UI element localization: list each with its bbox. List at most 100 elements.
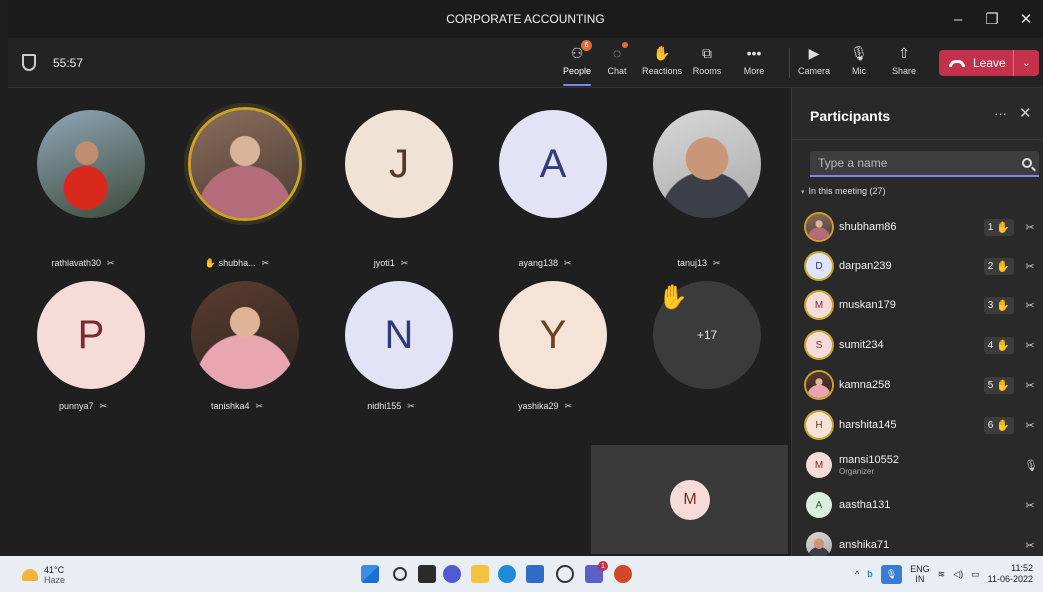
dell-icon[interactable] [556, 565, 574, 583]
weather-text: 41°C Haze [44, 565, 65, 585]
participant-name: darpan239 [839, 260, 892, 272]
share-label: Share [891, 66, 917, 76]
chat-unread-dot [622, 42, 628, 48]
participants-panel: Participants ··· ✕ ▾In this meeting (27)… [791, 88, 1043, 558]
mic-off-icon: ✂ [400, 258, 409, 268]
search-icon[interactable] [1022, 158, 1032, 168]
participant-tile[interactable]: N nidhi155 ✂ [316, 281, 466, 431]
participant-row[interactable]: kamna258 5 ✋ ✂ [806, 368, 1042, 402]
mic-off-icon: ✂ [1025, 539, 1035, 552]
mic-off-icon: ✂ [407, 401, 415, 411]
mic-button[interactable]: 🎙 Mic [837, 44, 881, 84]
language-code: ENG [910, 564, 930, 574]
participant-tile[interactable]: ✋ shubha... ✂ [162, 110, 312, 268]
tray-overflow-chevron-icon[interactable]: ^ [855, 569, 859, 579]
task-view-icon[interactable] [418, 565, 436, 583]
search-box[interactable] [810, 151, 1039, 177]
participant-tile[interactable]: A ayang138 ✂ [470, 110, 620, 268]
participant-row[interactable]: shubham86 1 ✋ ✂ [806, 210, 1042, 244]
mic-in-use-icon[interactable]: 🎙 [880, 564, 903, 584]
hand-order-badge: 6 ✋ [983, 416, 1014, 434]
participant-status: 4 ✋ ✂ [983, 336, 1036, 354]
participant-row[interactable]: M mansi10552 Organizer 🎙 [806, 448, 1042, 482]
volume-icon[interactable]: ◁) [953, 569, 963, 580]
tile-name-row: nidhi155 ✂ [316, 401, 466, 412]
clock-date: 11-06-2022 [987, 574, 1033, 584]
self-view[interactable]: M [591, 445, 788, 554]
edge-browser-icon[interactable] [498, 565, 516, 583]
panel-more-options-icon[interactable]: ··· [994, 106, 1007, 121]
meeting-toolbar: 55:57 ⚇ 6 People ◌ Chat ✋ Reactions ⧉ Roo… [8, 38, 1043, 88]
avatar-photo [653, 110, 761, 218]
participant-row[interactable]: M muskan179 3 ✋ ✂ [806, 288, 1042, 322]
mic-icon: 🎙 [850, 44, 868, 61]
participant-name: mansi10552 [839, 454, 899, 466]
minimize-button[interactable]: – [941, 11, 975, 28]
in-meeting-section[interactable]: ▾ In this meeting (27) [801, 186, 886, 196]
leave-options-chevron-icon[interactable]: ⌄ [1013, 50, 1039, 76]
participant-tile[interactable]: J jyoti1 ✂ [316, 110, 466, 268]
more-button[interactable]: ••• More [732, 44, 776, 84]
participant-tile[interactable]: P punnya7 ✂ [8, 281, 158, 431]
powerpoint-icon[interactable] [614, 565, 632, 583]
participant-tile[interactable]: rathlavath30 ✂ [8, 110, 158, 268]
participant-name: tanishka4 [210, 401, 250, 411]
close-window-button[interactable]: ✕ [1009, 10, 1043, 28]
store-icon[interactable] [526, 565, 544, 583]
start-icon[interactable] [361, 565, 379, 583]
participant-name: tanuj13 [677, 258, 707, 268]
panel-close-icon[interactable]: ✕ [1019, 104, 1032, 122]
video-stage: rathlavath30 ✂ ✋ shubha... ✂ J jyoti1 ✂ A a… [8, 88, 790, 556]
search-icon[interactable] [393, 567, 407, 581]
participant-row[interactable]: S sumit234 4 ✋ ✂ [806, 328, 1042, 362]
participant-name: yashika29 [517, 401, 559, 411]
language-region: IN [915, 574, 925, 584]
participant-row[interactable]: A aastha131 ✂ [806, 488, 1042, 522]
participant-row[interactable]: H harshita145 6 ✋ ✂ [806, 408, 1042, 442]
camera-button[interactable]: ▶ Camera [792, 44, 836, 84]
participant-name: harshita145 [839, 419, 897, 431]
mic-off-icon: ✂ [1025, 379, 1035, 392]
mic-off-icon: ✂ [1025, 419, 1035, 432]
avatar-initial: M [806, 292, 832, 318]
raised-hand-icon: ✋ [996, 260, 1010, 273]
participant-tile[interactable]: Y yashika29 ✂ [470, 281, 620, 431]
participant-row[interactable]: D darpan239 2 ✋ ✂ [806, 249, 1042, 283]
teams-notification-badge: 1 [598, 561, 608, 571]
hand-order-badge: 4 ✋ [983, 336, 1014, 354]
participant-tile[interactable]: tanishka4 ✂ [162, 281, 312, 431]
avatar-photo [191, 110, 299, 218]
people-button[interactable]: ⚇ 6 People [555, 40, 599, 86]
chat-app-icon[interactable] [443, 565, 461, 583]
bing-icon[interactable]: b [867, 569, 873, 579]
avatar-photo [806, 532, 832, 558]
battery-icon[interactable]: ▭ [971, 569, 980, 580]
more-label: More [743, 66, 765, 76]
file-explorer-icon[interactable] [471, 565, 489, 583]
section-label: In this meeting (27) [808, 186, 886, 196]
weather-widget[interactable]: 41°C Haze [22, 565, 65, 585]
overflow-tile[interactable]: +17 [624, 281, 774, 431]
participant-status: ✂ [1024, 499, 1036, 512]
rooms-button[interactable]: ⧉ Rooms [685, 44, 729, 84]
maximize-button[interactable]: ❐ [975, 10, 1009, 28]
chat-button[interactable]: ◌ Chat [595, 42, 639, 84]
participant-search-input[interactable] [818, 156, 1008, 170]
teams-icon[interactable]: 1 [585, 561, 608, 583]
leave-button[interactable]: Leave ⌄ [939, 50, 1039, 76]
participant-name: shubha... [218, 258, 256, 268]
participant-tile[interactable]: tanuj13 ✂ [624, 110, 774, 268]
wifi-icon[interactable]: ≋ [938, 569, 946, 580]
participant-role: Organizer [839, 467, 875, 476]
share-icon: ⇧ [898, 44, 910, 61]
language-indicator[interactable]: ENG IN [910, 564, 930, 584]
clock[interactable]: 11:52 11-06-2022 [988, 563, 1033, 585]
rooms-label: Rooms [692, 66, 722, 76]
reactions-button[interactable]: ✋ Reactions [640, 44, 684, 84]
caret-down-icon: ▾ [801, 189, 805, 196]
mic-off-icon: ✂ [564, 401, 573, 411]
window-title: CORPORATE ACCOUNTING [446, 12, 605, 26]
share-button[interactable]: ⇧ Share [882, 44, 926, 84]
avatar-initial: N [345, 281, 453, 389]
mic-off-icon: ✂ [107, 258, 115, 268]
